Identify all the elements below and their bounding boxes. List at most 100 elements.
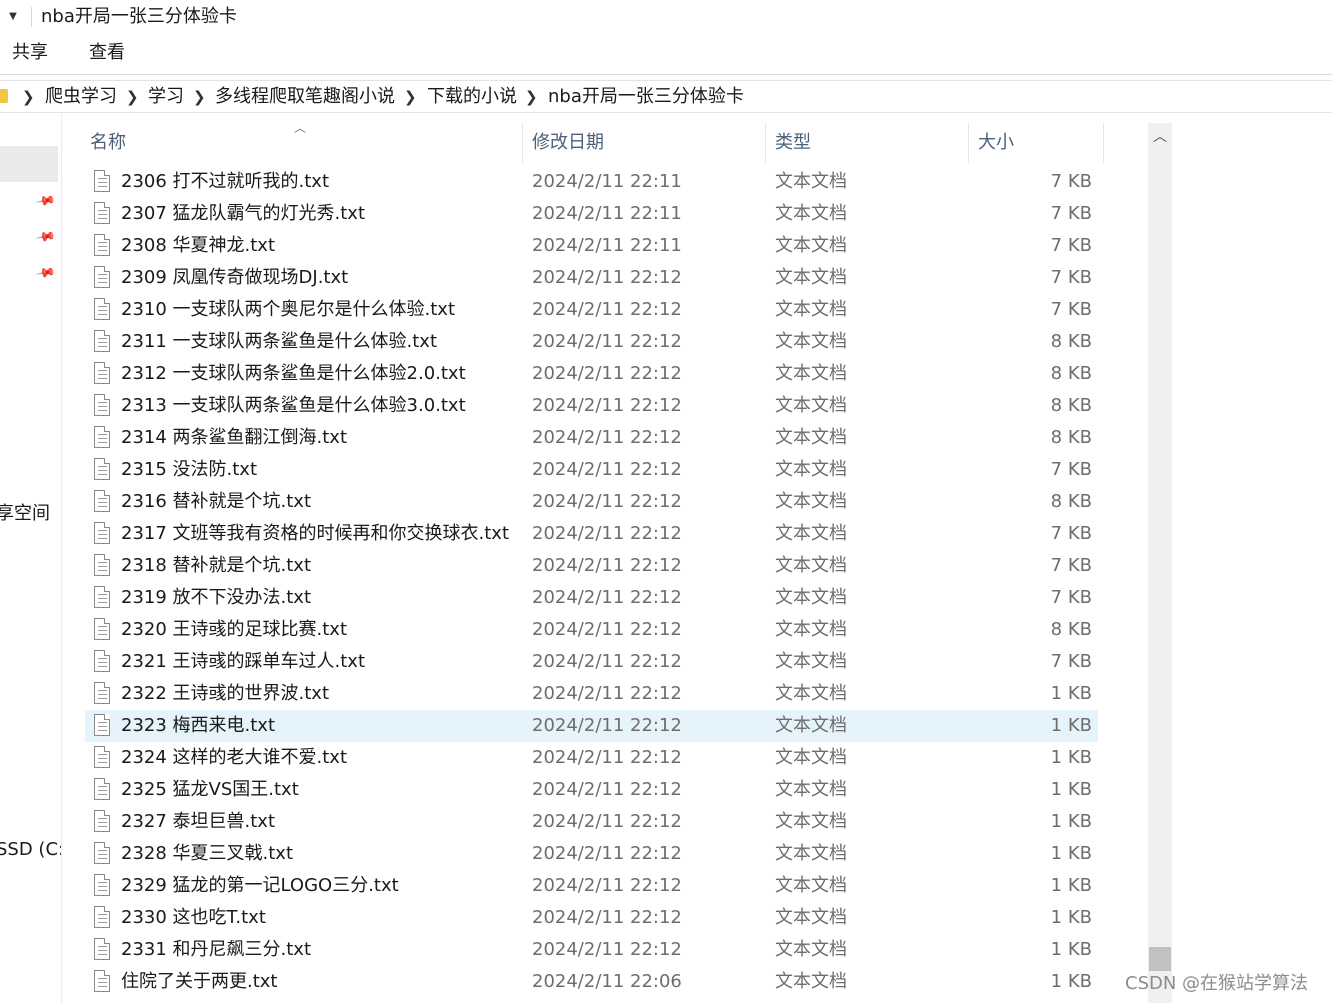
tab-share[interactable]: 共享 — [12, 40, 48, 66]
text-file-icon — [94, 458, 110, 480]
file-type: 文本文档 — [775, 363, 847, 384]
file-name: 2325 猛龙VS国王.txt — [121, 779, 299, 800]
file-type: 文本文档 — [775, 651, 847, 672]
chevron-right-icon[interactable]: ❯ — [22, 85, 35, 109]
file-size: 7 KB — [1050, 203, 1092, 224]
file-size: 7 KB — [1050, 651, 1092, 672]
file-row[interactable]: 2308 华夏神龙.txt 2024/2/11 22:11 文本文档 7 KB — [85, 230, 1098, 262]
nav-item-shared-space[interactable]: 享空间 — [0, 502, 50, 526]
file-row[interactable]: 2315 没法防.txt 2024/2/11 22:12 文本文档 7 KB — [85, 454, 1098, 486]
column-separator[interactable] — [968, 123, 969, 163]
vertical-scrollbar[interactable]: ︿ — [1148, 123, 1172, 1003]
file-row[interactable]: 2306 打不过就听我的.txt 2024/2/11 22:11 文本文档 7 KB — [85, 166, 1098, 198]
file-row[interactable]: 2325 猛龙VS国王.txt 2024/2/11 22:12 文本文档 1 KB — [85, 774, 1098, 806]
file-row[interactable]: 2329 猛龙的第一记LOGO三分.txt 2024/2/11 22:12 文本文档… — [85, 870, 1098, 902]
file-type: 文本文档 — [775, 427, 847, 448]
file-modified-date: 2024/2/11 22:12 — [532, 779, 682, 800]
file-row[interactable]: 2328 华夏三叉戟.txt 2024/2/11 22:12 文本文档 1 KB — [85, 838, 1098, 870]
file-row[interactable]: 2317 文班等我有资格的时候再和你交换球衣.txt 2024/2/11 22:1… — [85, 518, 1098, 550]
text-file-icon — [94, 938, 110, 960]
file-row[interactable]: 2310 一支球队两个奥尼尔是什么体验.txt 2024/2/11 22:12 文本… — [85, 294, 1098, 326]
file-row[interactable]: 2324 这样的老大谁不爱.txt 2024/2/11 22:12 文本文档 1 KB — [85, 742, 1098, 774]
breadcrumb-current[interactable]: nba开局一张三分体验卡 — [548, 85, 744, 109]
file-type: 文本文档 — [775, 907, 847, 928]
breadcrumb-item[interactable]: 下载的小说 — [427, 85, 517, 109]
chevron-up-icon[interactable]: ︿ — [1148, 123, 1172, 151]
column-header-type[interactable]: 类型 — [775, 123, 811, 163]
file-name: 2322 王诗彧的世界波.txt — [121, 683, 330, 704]
file-row[interactable]: 2312 一支球队两条鲨鱼是什么体验2.0.txt 2024/2/11 22:12… — [85, 358, 1098, 390]
file-modified-date: 2024/2/11 22:12 — [532, 491, 682, 512]
pin-icon[interactable]: 📌 — [34, 227, 56, 249]
breadcrumb-item[interactable]: 学习 — [148, 85, 184, 109]
file-modified-date: 2024/2/11 22:12 — [532, 651, 682, 672]
file-row[interactable]: 2320 王诗彧的足球比赛.txt 2024/2/11 22:12 文本文档 8 KB — [85, 614, 1098, 646]
file-row[interactable]: 住院了关于两更.txt 2024/2/11 22:06 文本文档 1 KB — [85, 966, 1098, 998]
column-separator[interactable] — [765, 123, 766, 163]
file-size: 1 KB — [1050, 715, 1092, 736]
scrollbar-thumb[interactable] — [1149, 947, 1171, 971]
navigation-pane: 📌 📌 📌 享空间 SSD (C:) — [0, 114, 62, 1003]
column-separator[interactable] — [522, 123, 523, 163]
file-row[interactable]: 2319 放不下没办法.txt 2024/2/11 22:12 文本文档 7 KB — [85, 582, 1098, 614]
file-name: 2310 一支球队两个奥尼尔是什么体验.txt — [121, 299, 456, 320]
file-row[interactable]: 2322 王诗彧的世界波.txt 2024/2/11 22:12 文本文档 1 KB — [85, 678, 1098, 710]
file-row[interactable]: 2309 凤凰传奇做现场DJ.txt 2024/2/11 22:12 文本文档 7 K… — [85, 262, 1098, 294]
address-bar[interactable]: ❯ 爬虫学习 ❯ 学习 ❯ 多线程爬取笔趣阁小说 ❯ 下载的小说 ❯ nba开局… — [0, 80, 1332, 113]
watermark: CSDN @在猴站学算法 — [1125, 973, 1309, 994]
file-size: 1 KB — [1050, 747, 1092, 768]
file-type: 文本文档 — [775, 779, 847, 800]
file-name: 2314 两条鲨鱼翻江倒海.txt — [121, 427, 348, 448]
file-modified-date: 2024/2/11 22:11 — [532, 171, 682, 192]
file-size: 1 KB — [1050, 779, 1092, 800]
file-type: 文本文档 — [775, 587, 847, 608]
file-row[interactable]: 2316 替补就是个坑.txt 2024/2/11 22:12 文本文档 8 KB — [85, 486, 1098, 518]
pin-icon[interactable]: 📌 — [34, 191, 56, 213]
column-header-date[interactable]: 修改日期 — [532, 123, 604, 163]
file-type: 文本文档 — [775, 939, 847, 960]
file-modified-date: 2024/2/11 22:12 — [532, 267, 682, 288]
breadcrumb-item[interactable]: 多线程爬取笔趣阁小说 — [215, 85, 395, 109]
file-row[interactable]: 2331 和丹尼飙三分.txt 2024/2/11 22:12 文本文档 1 KB — [85, 934, 1098, 966]
file-row[interactable]: 2321 王诗彧的踩单车过人.txt 2024/2/11 22:12 文本文档 7 K… — [85, 646, 1098, 678]
file-name: 2306 打不过就听我的.txt — [121, 171, 330, 192]
text-file-icon — [94, 810, 110, 832]
chevron-right-icon[interactable]: ❯ — [126, 85, 139, 109]
nav-item-local-disk[interactable]: SSD (C:) — [0, 838, 62, 862]
chevron-right-icon[interactable]: ❯ — [193, 85, 206, 109]
file-row[interactable]: 2314 两条鲨鱼翻江倒海.txt 2024/2/11 22:12 文本文档 8 KB — [85, 422, 1098, 454]
file-name: 2317 文班等我有资格的时候再和你交换球衣.txt — [121, 523, 510, 544]
text-file-icon — [94, 970, 110, 992]
column-separator[interactable] — [1103, 123, 1104, 163]
column-header-size[interactable]: 大小 — [978, 123, 1014, 163]
file-row[interactable]: 2327 泰坦巨兽.txt 2024/2/11 22:12 文本文档 1 KB — [85, 806, 1098, 838]
file-name: 2327 泰坦巨兽.txt — [121, 811, 276, 832]
chevron-down-icon[interactable]: ▼ — [4, 8, 22, 26]
file-size: 1 KB — [1050, 683, 1092, 704]
file-row[interactable]: 2323 梅西来电.txt 2024/2/11 22:12 文本文档 1 KB — [85, 710, 1098, 742]
file-modified-date: 2024/2/11 22:12 — [532, 459, 682, 480]
file-type: 文本文档 — [775, 747, 847, 768]
file-modified-date: 2024/2/11 22:12 — [532, 427, 682, 448]
chevron-right-icon[interactable]: ❯ — [404, 85, 417, 109]
nav-selected-item[interactable] — [0, 146, 58, 182]
file-name: 2309 凤凰传奇做现场DJ.txt — [121, 267, 349, 288]
file-type: 文本文档 — [775, 619, 847, 640]
file-row[interactable]: 2307 猛龙队霸气的灯光秀.txt 2024/2/11 22:11 文本文档 7 K… — [85, 198, 1098, 230]
file-type: 文本文档 — [775, 555, 847, 576]
breadcrumb-item[interactable]: 爬虫学习 — [45, 85, 117, 109]
file-type: 文本文档 — [775, 267, 847, 288]
file-type: 文本文档 — [775, 299, 847, 320]
file-row[interactable]: 2330 这也吃T.txt 2024/2/11 22:12 文本文档 1 KB — [85, 902, 1098, 934]
file-name: 2307 猛龙队霸气的灯光秀.txt — [121, 203, 366, 224]
file-row[interactable]: 2311 一支球队两条鲨鱼是什么体验.txt 2024/2/11 22:12 文本文… — [85, 326, 1098, 358]
title-bar: ▼ nba开局一张三分体验卡 — [0, 0, 1332, 34]
chevron-right-icon[interactable]: ❯ — [525, 85, 538, 109]
file-row[interactable]: 2318 替补就是个坑.txt 2024/2/11 22:12 文本文档 7 KB — [85, 550, 1098, 582]
file-name: 2312 一支球队两条鲨鱼是什么体验2.0.txt — [121, 363, 466, 384]
pin-icon[interactable]: 📌 — [34, 263, 56, 285]
tab-view[interactable]: 查看 — [89, 40, 125, 66]
file-name: 2321 王诗彧的踩单车过人.txt — [121, 651, 366, 672]
column-header-name[interactable]: 名称 — [90, 123, 126, 163]
file-row[interactable]: 2313 一支球队两条鲨鱼是什么体验3.0.txt 2024/2/11 22:12… — [85, 390, 1098, 422]
